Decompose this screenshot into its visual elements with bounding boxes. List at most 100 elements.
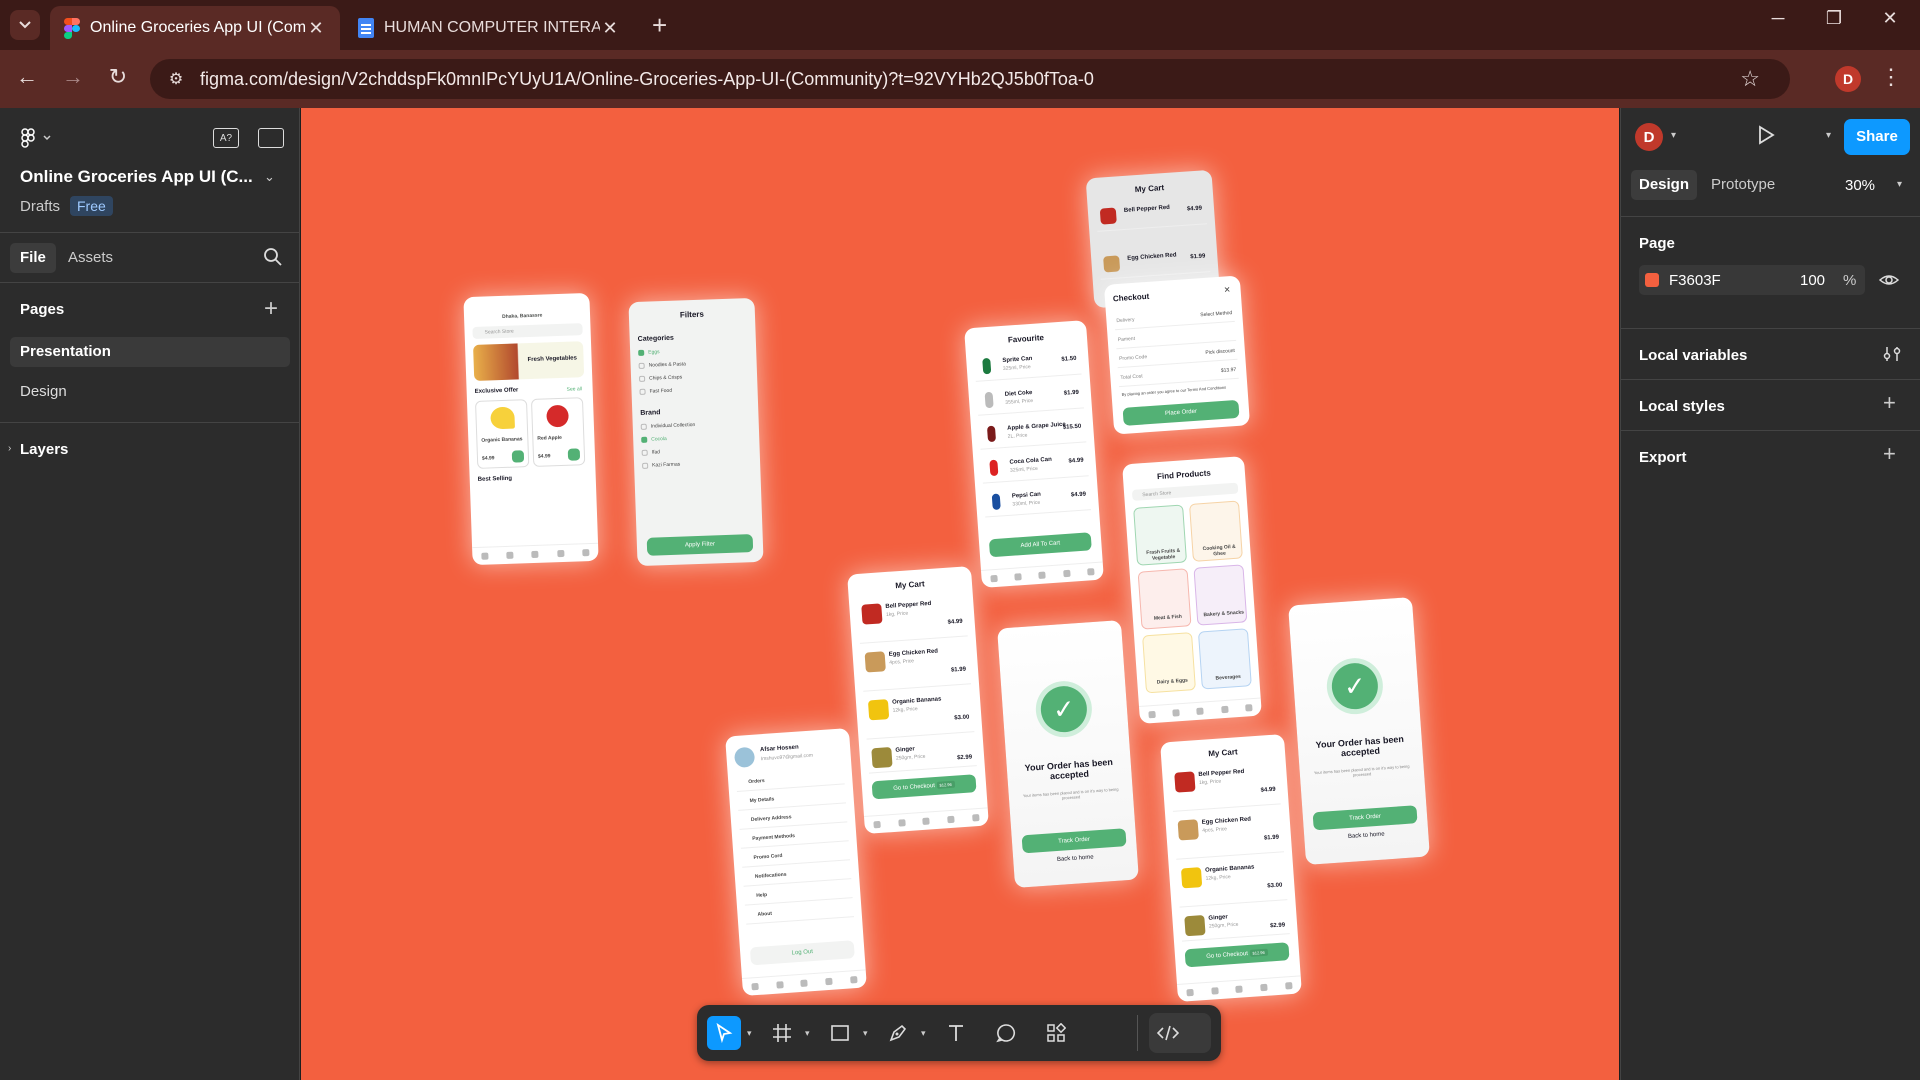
tab-design[interactable]: Design: [1631, 170, 1698, 200]
logout-button[interactable]: Log Out: [749, 940, 855, 966]
restore-icon[interactable]: ❐: [1814, 8, 1854, 29]
move-tool-icon[interactable]: [707, 1016, 741, 1050]
ai-text-icon[interactable]: A?: [213, 128, 239, 148]
url-bar[interactable]: ⚙ figma.com/design/V2chddspFk0mnIPcYUyU1…: [150, 59, 1790, 99]
checkbox[interactable]: [639, 375, 646, 382]
chevron-down-icon[interactable]: ▾: [1897, 179, 1902, 190]
cart-row[interactable]: Bell Pepper Red 1kg, Price $4.99: [1169, 760, 1281, 812]
go-to-checkout-button[interactable]: Go to Checkout $12.96: [1184, 942, 1290, 968]
cart-row[interactable]: Ginger 250gm, Price $2.99: [866, 736, 977, 774]
tab-search-button[interactable]: [10, 10, 40, 40]
checkbox[interactable]: [642, 462, 649, 469]
close-icon[interactable]: ✕: [306, 18, 326, 39]
category-card[interactable]: Frash Fruits & Vegetable: [1133, 504, 1188, 566]
track-order-button[interactable]: Track Order: [1021, 828, 1127, 854]
figma-menu-icon[interactable]: [20, 128, 56, 153]
add-export-icon[interactable]: +: [1883, 441, 1896, 467]
add-all-to-cart-button[interactable]: Add All To Cart: [988, 532, 1092, 558]
color-swatch[interactable]: [1645, 273, 1659, 287]
track-order-button[interactable]: Track Order: [1312, 805, 1418, 831]
frame-favourite[interactable]: Favourite Sprite Can 325ml, Price $1.50 Di…: [964, 320, 1104, 588]
forward-button[interactable]: →: [58, 64, 88, 90]
checkbox[interactable]: [641, 436, 648, 443]
add-style-icon[interactable]: +: [1883, 390, 1896, 416]
tab-file[interactable]: File: [10, 243, 56, 273]
share-button[interactable]: Share: [1844, 119, 1910, 155]
page-item-presentation[interactable]: Presentation: [10, 337, 290, 367]
go-to-checkout-button[interactable]: Go to Checkout $12.96: [871, 774, 977, 800]
promo-banner[interactable]: Fresh Vegetables: [473, 341, 585, 381]
favourite-row[interactable]: Pepsi Can 330ml, Price $4.99: [983, 482, 1092, 518]
page-item-design[interactable]: Design: [10, 377, 290, 407]
product-card[interactable]: Organic Bananas $4.99: [474, 399, 530, 469]
variables-icon[interactable]: [1883, 345, 1901, 363]
profile-avatar[interactable]: D: [1835, 66, 1861, 92]
local-variables-section[interactable]: Local variables: [1621, 328, 1920, 379]
frame-order-accepted[interactable]: ✓ Your Order has been accepted Your item…: [997, 619, 1139, 889]
window-close-icon[interactable]: ✕: [1870, 8, 1910, 29]
category-card[interactable]: Meat & Fish: [1137, 568, 1192, 630]
cart-row[interactable]: Organic Bananas 12kg, Price $3.00: [863, 688, 975, 740]
back-button[interactable]: ←: [12, 64, 42, 90]
tab-prototype[interactable]: Prototype: [1703, 170, 1783, 200]
tab-assets[interactable]: Assets: [58, 243, 123, 273]
cart-row[interactable]: Egg Chicken Red 4pcs, Price $1.99: [860, 640, 972, 692]
close-icon[interactable]: ✕: [600, 18, 620, 39]
frame-account[interactable]: Afsar Hossen Imshuvo97@gmail.com Orders …: [725, 727, 867, 997]
cart-row[interactable]: Ginger 250gm, Price $2.99: [1179, 904, 1290, 942]
frame-order-accepted-2[interactable]: ✓ Your Order has been accepted Your item…: [1288, 596, 1430, 866]
favourite-row[interactable]: Apple & Grape Juice 2L, Price $15.50: [978, 414, 1087, 450]
page-fill-field[interactable]: F3603F 100 %: [1639, 265, 1865, 295]
zoom-level[interactable]: 30%: [1845, 177, 1875, 194]
comment-tool-icon[interactable]: [989, 1016, 1023, 1050]
file-title[interactable]: Online Groceries App UI (C...: [20, 167, 253, 187]
frame-checkout[interactable]: Checkout ✕ Delivery Select Method Pament …: [1103, 275, 1251, 435]
checkbox[interactable]: [638, 362, 645, 369]
text-tool-icon[interactable]: [939, 1016, 973, 1050]
frame-filters[interactable]: Filters Categories Eggs Noodles & Pasta …: [628, 297, 764, 567]
category-card[interactable]: Cooking Oil & Ghee: [1188, 500, 1243, 562]
minimize-icon[interactable]: ─: [1758, 8, 1798, 29]
avatar[interactable]: D: [1635, 123, 1663, 151]
cart-row[interactable]: Bell Pepper Red $4.99: [1095, 196, 1208, 232]
checkbox[interactable]: [639, 388, 646, 395]
caret-right-icon[interactable]: ›: [8, 443, 11, 454]
site-info-icon[interactable]: ⚙: [156, 69, 196, 89]
place-order-button[interactable]: Place Order: [1122, 399, 1240, 426]
pen-tool-icon[interactable]: [881, 1016, 915, 1050]
chevron-down-icon[interactable]: ▾: [1826, 130, 1831, 141]
checkbox[interactable]: [641, 449, 648, 456]
favourite-row[interactable]: Sprite Can 325ml, Price $1.50: [973, 346, 1082, 382]
chevron-down-icon[interactable]: ▾: [805, 1028, 810, 1039]
product-card[interactable]: Red Apple $4.99: [530, 397, 586, 467]
eye-icon[interactable]: [1879, 271, 1899, 289]
rectangle-tool-icon[interactable]: [823, 1016, 857, 1050]
fill-opacity-input[interactable]: 100: [1800, 272, 1825, 289]
chevron-down-icon[interactable]: ▾: [747, 1028, 752, 1039]
cart-row[interactable]: Egg Chicken Red $1.99: [1098, 244, 1211, 280]
category-card[interactable]: Bakery & Snacks: [1193, 564, 1248, 626]
browser-menu-icon[interactable]: ⋮: [1880, 64, 1902, 90]
file-location[interactable]: Drafts: [20, 198, 60, 215]
local-styles-section[interactable]: Local styles +: [1621, 379, 1920, 430]
plan-badge[interactable]: Free: [70, 196, 113, 216]
add-button[interactable]: [511, 450, 525, 463]
frame-tool-icon[interactable]: [765, 1016, 799, 1050]
cart-row[interactable]: Egg Chicken Red 4pcs, Price $1.99: [1173, 808, 1285, 860]
bookmark-star-icon[interactable]: ☆: [1740, 66, 1760, 92]
back-to-home-link[interactable]: Back to home: [1013, 851, 1137, 866]
layers-section[interactable]: › Layers: [0, 422, 300, 477]
fill-hex-input[interactable]: F3603F: [1669, 272, 1721, 289]
chevron-down-icon[interactable]: ▾: [863, 1028, 868, 1039]
export-section[interactable]: Export +: [1621, 430, 1920, 481]
frame-home[interactable]: Dhaka, Banassre Search Store Fresh Veget…: [463, 292, 599, 566]
back-to-home-link[interactable]: Back to home: [1304, 828, 1428, 843]
frame-cart-2[interactable]: My Cart Bell Pepper Red 1kg, Price $4.99 E…: [1160, 733, 1302, 1003]
frame-cart[interactable]: My Cart Bell Pepper Red 1kg, Price $4.99 E…: [847, 565, 989, 835]
design-canvas[interactable]: Dhaka, Banassre Search Store Fresh Veget…: [301, 108, 1619, 1080]
search-icon[interactable]: [262, 246, 284, 268]
present-play-icon[interactable]: [1756, 125, 1776, 150]
cart-row[interactable]: Bell Pepper Red 1kg, Price $4.99: [856, 592, 968, 644]
close-icon[interactable]: ✕: [1224, 285, 1231, 294]
see-all-link[interactable]: See all: [567, 386, 582, 393]
